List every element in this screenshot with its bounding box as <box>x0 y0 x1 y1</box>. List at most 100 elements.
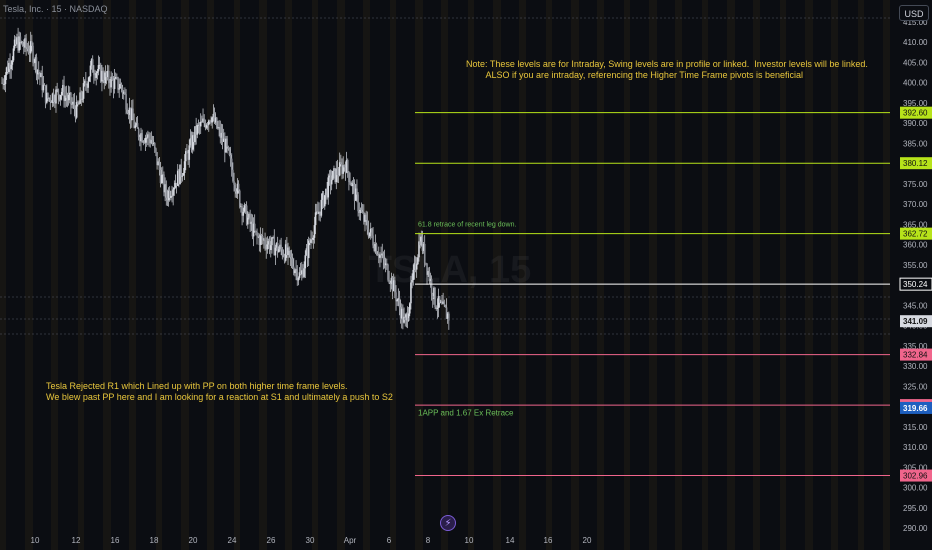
candle-body <box>323 195 326 207</box>
candle-body <box>71 103 73 105</box>
candle-body <box>81 98 84 100</box>
price-tick-label: 410.00 <box>903 38 928 47</box>
candle-body <box>59 95 62 100</box>
lightning-icon[interactable]: ⚡ <box>440 515 456 531</box>
session-stripe <box>831 0 838 550</box>
candle-body <box>352 182 355 185</box>
time-tick-label: 6 <box>387 536 392 545</box>
candle-body <box>52 93 55 103</box>
candle-body <box>387 264 389 280</box>
candle-body <box>260 235 263 237</box>
price-tick-label: 330.00 <box>903 362 928 371</box>
candle-body <box>255 230 257 232</box>
candle-body <box>137 128 140 138</box>
candle-body <box>417 257 419 265</box>
time-axis[interactable]: 10 12 16 18 20 24 26 30 Apr 6 8 10 14 16 20 <box>31 536 592 545</box>
candle-body <box>32 45 34 63</box>
candle-body <box>356 188 358 195</box>
candle-body <box>294 270 296 274</box>
level-price-tag-label: 392.60 <box>903 109 928 118</box>
session-stripe <box>805 0 813 550</box>
session-stripe <box>727 0 735 550</box>
time-tick-label: 24 <box>228 536 237 545</box>
candle-body <box>93 72 95 76</box>
price-chart[interactable]: TSLA, 15 61.8 retrace of recent leg down… <box>0 0 932 550</box>
candle-body <box>340 162 342 165</box>
candle-body <box>343 165 346 168</box>
candle-body <box>173 187 176 190</box>
candle-body <box>448 313 450 321</box>
candle-body <box>134 125 137 128</box>
candle-body <box>145 137 148 139</box>
symbol-label[interactable]: Tesla, Inc. · 15 · NASDAQ <box>3 4 108 15</box>
candle-body <box>172 189 174 196</box>
candle-body <box>78 103 80 105</box>
candle-body <box>348 171 350 183</box>
candle-body <box>320 199 323 216</box>
candle-body <box>307 240 310 259</box>
candle-body <box>386 263 388 265</box>
price-tick-label: 370.00 <box>903 200 928 209</box>
candle-body <box>102 70 104 80</box>
session-stripe <box>207 0 214 550</box>
price-axis[interactable]: 290.00295.00300.00305.00310.00315.00320.… <box>890 0 932 550</box>
candle-body <box>412 269 415 280</box>
candle-body <box>55 89 57 104</box>
candle-body <box>290 257 293 259</box>
candle-body <box>280 244 282 250</box>
price-tick-label: 355.00 <box>903 261 928 270</box>
time-tick-label: 10 <box>465 536 474 545</box>
candle-body <box>274 247 277 256</box>
candle-body <box>349 182 351 184</box>
candle-body <box>181 175 184 177</box>
candle-body <box>180 164 182 177</box>
session-stripe <box>234 0 240 550</box>
level-price-tag-label: 362.72 <box>903 230 928 239</box>
level-annotation: 61.8 retrace of recent leg down. <box>418 221 517 228</box>
candle-body <box>60 91 63 96</box>
candle-body <box>49 97 52 102</box>
candle-body <box>89 65 92 77</box>
candle-body <box>304 255 307 269</box>
session-stripe <box>883 0 891 550</box>
candle-body <box>375 244 378 255</box>
session-stripe <box>858 0 864 550</box>
candle-body <box>232 169 234 182</box>
session-stripe <box>129 0 136 550</box>
candle-body <box>148 134 150 139</box>
candle-body <box>155 148 157 153</box>
candle-body <box>65 95 68 98</box>
price-tick-label: 390.00 <box>903 119 928 128</box>
candle-body <box>124 92 126 95</box>
candle-body <box>87 81 89 88</box>
session-stripe <box>259 0 267 550</box>
time-tick-label: 20 <box>583 536 592 545</box>
currency-button[interactable]: USD <box>899 5 929 21</box>
candle-body <box>278 249 280 253</box>
price-tick-label: 295.00 <box>903 504 928 513</box>
candle-body <box>410 282 412 304</box>
candle-body <box>443 301 446 306</box>
candle-body <box>376 254 379 256</box>
price-tick-label: 325.00 <box>903 382 928 391</box>
candle-body <box>257 235 259 237</box>
session-stripe <box>156 0 162 550</box>
candle-body <box>31 41 33 46</box>
session-stripe <box>312 0 318 550</box>
candle-body <box>227 146 230 149</box>
current-price-tag-label: 341.09 <box>903 317 928 326</box>
candle-body <box>21 41 24 47</box>
candle-body <box>346 160 349 172</box>
time-tick-label: 26 <box>267 536 276 545</box>
candle-body <box>70 92 72 105</box>
candle-body <box>233 181 235 185</box>
candle-body <box>117 77 119 90</box>
session-stripe <box>675 0 682 550</box>
candle-body <box>125 94 127 110</box>
note-tesla-rejection: Tesla Rejected R1 which Lined up with PP… <box>46 381 393 402</box>
price-tick-label: 360.00 <box>903 241 928 250</box>
candle-body <box>4 75 7 85</box>
time-tick-label: 10 <box>31 536 40 545</box>
candle-body <box>28 53 31 55</box>
candle-body <box>259 235 262 245</box>
